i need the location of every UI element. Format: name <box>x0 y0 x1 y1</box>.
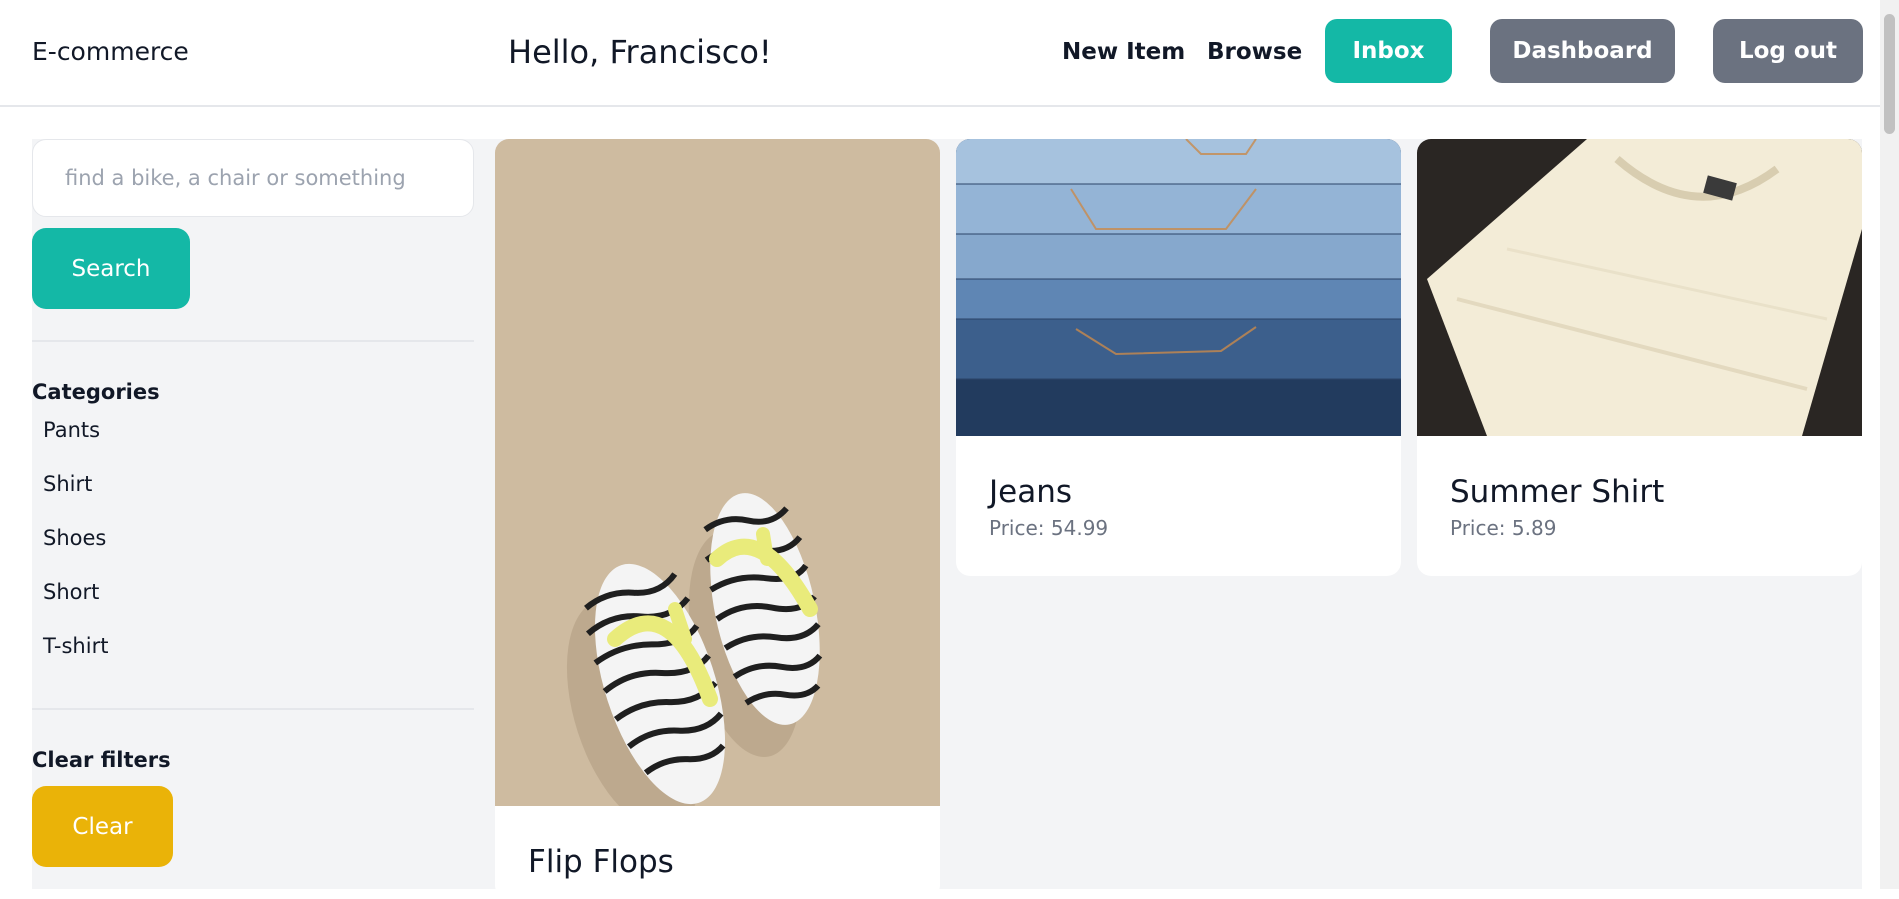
category-item-short[interactable]: Short <box>43 580 108 634</box>
dashboard-button[interactable]: Dashboard <box>1490 19 1675 83</box>
logout-button[interactable]: Log out <box>1713 19 1863 83</box>
product-price: Price: 5.89 <box>1450 516 1557 540</box>
category-item-pants[interactable]: Pants <box>43 418 108 472</box>
clear-filters-heading: Clear filters <box>32 748 171 772</box>
brand-logo-text[interactable]: E-commerce <box>32 37 189 66</box>
product-title: Summer Shirt <box>1450 474 1665 510</box>
nav-link-new-item[interactable]: New Item <box>1062 39 1185 65</box>
inbox-button[interactable]: Inbox <box>1325 19 1452 83</box>
scrollbar-thumb[interactable] <box>1884 14 1895 134</box>
category-list: Pants Shirt Shoes Short T-shirt <box>43 418 108 688</box>
product-image-jeans <box>956 139 1401 436</box>
search-button[interactable]: Search <box>32 228 190 309</box>
category-item-shoes[interactable]: Shoes <box>43 526 108 580</box>
greeting-text: Hello, Francisco! <box>508 33 772 71</box>
product-card-jeans[interactable]: Jeans Price: 54.99 <box>956 139 1401 576</box>
clear-filters-button[interactable]: Clear <box>32 786 173 867</box>
category-item-tshirt[interactable]: T-shirt <box>43 634 108 688</box>
categories-heading: Categories <box>32 380 160 404</box>
product-card-flip-flops[interactable]: Flip Flops <box>495 139 940 899</box>
product-title: Flip Flops <box>528 844 674 880</box>
category-item-shirt[interactable]: Shirt <box>43 472 108 526</box>
sidebar-divider <box>32 340 474 342</box>
search-input[interactable] <box>32 139 474 217</box>
nav-link-browse[interactable]: Browse <box>1207 39 1302 65</box>
product-title: Jeans <box>989 474 1073 510</box>
product-image-summer-shirt <box>1417 139 1862 436</box>
product-price: Price: 54.99 <box>989 516 1109 540</box>
sidebar-divider <box>32 708 474 710</box>
top-navbar: E-commerce Hello, Francisco! New Item Br… <box>0 0 1899 107</box>
product-card-summer-shirt[interactable]: Summer Shirt Price: 5.89 <box>1417 139 1862 576</box>
product-image-flip-flops <box>495 139 940 806</box>
